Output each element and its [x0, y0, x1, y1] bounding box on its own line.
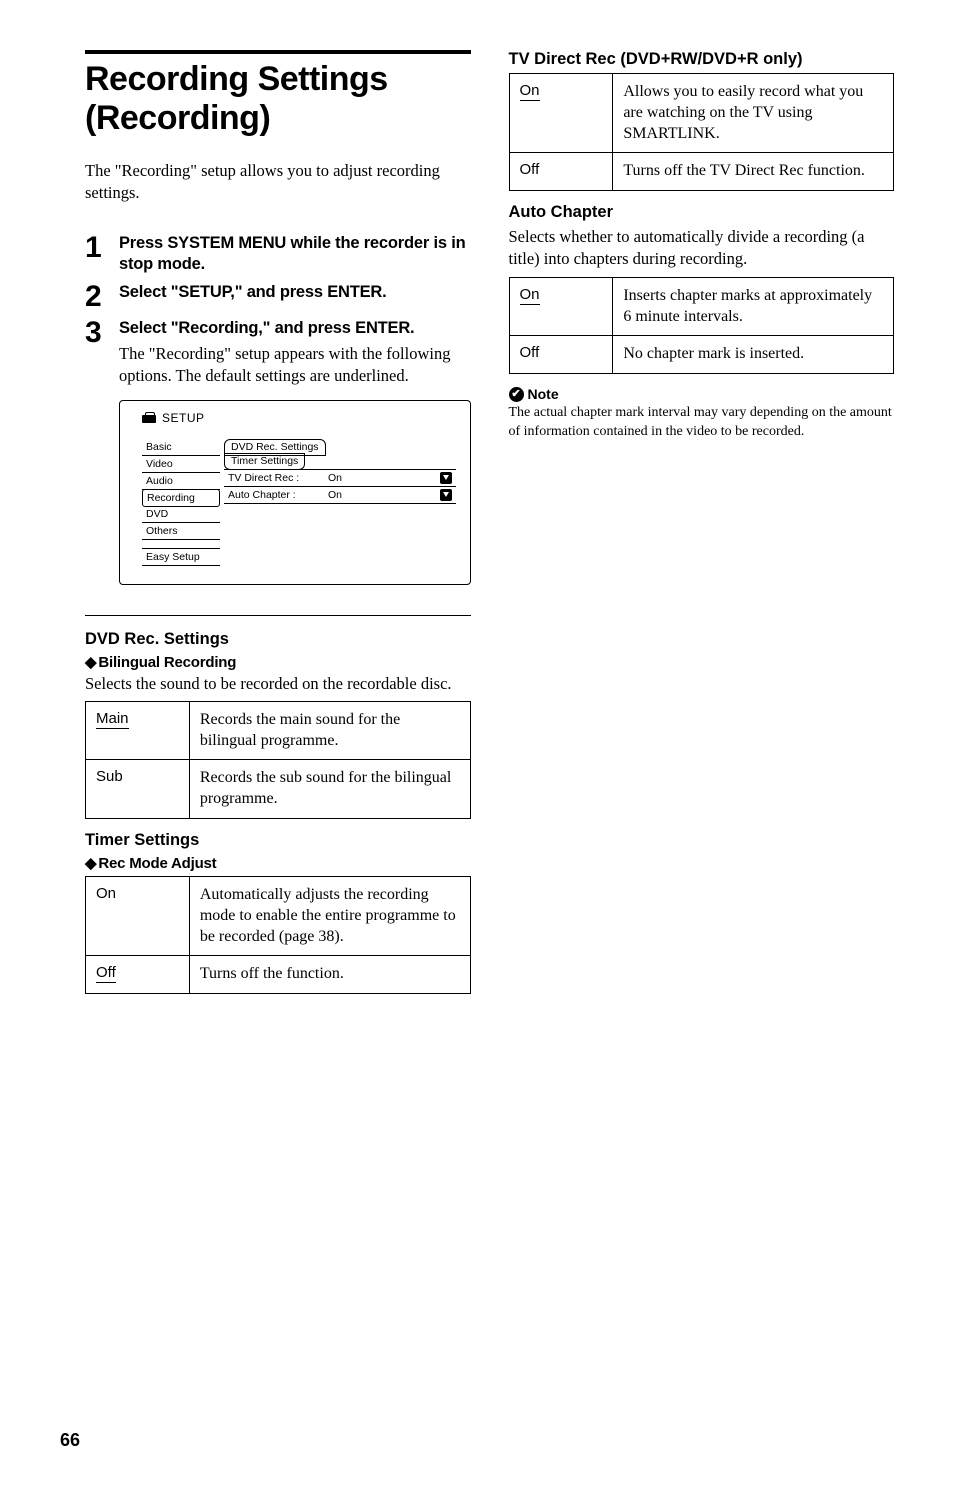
table-row: Off Turns off the function. [86, 956, 471, 994]
option-desc: Records the sub sound for the bilingual … [189, 760, 470, 819]
page-number: 66 [60, 1430, 80, 1451]
table-row: On Inserts chapter marks at approximatel… [509, 277, 894, 336]
intro-paragraph: The "Recording" setup allows you to adju… [85, 160, 471, 205]
tab-timer-settings: Timer Settings [224, 453, 305, 470]
auto-chapter-heading: Auto Chapter [509, 203, 895, 222]
option-desc: Allows you to easily record what you are… [613, 74, 894, 153]
bilingual-table: Main Records the main sound for the bili… [85, 701, 471, 819]
dvd-rec-settings-heading: DVD Rec. Settings [85, 630, 471, 649]
auto-chapter-table: On Inserts chapter marks at approximatel… [509, 277, 895, 374]
option-label: On [520, 286, 540, 305]
menu-audio: Audio [142, 473, 220, 490]
option-label: On [520, 82, 540, 101]
table-row: On Allows you to easily record what you … [509, 74, 894, 153]
table-row: Off No chapter mark is inserted. [509, 336, 894, 374]
step-number: 1 [85, 233, 109, 263]
step-title: Press SYSTEM MENU while the recorder is … [119, 233, 471, 276]
left-column: Recording Settings (Recording) The "Reco… [85, 50, 471, 1446]
option-label: Off [520, 161, 540, 178]
step-3: 3 Select "Recording," and press ENTER. T… [85, 318, 471, 593]
tv-direct-table: On Allows you to easily record what you … [509, 73, 895, 191]
tv-direct-rec-heading: TV Direct Rec (DVD+RW/DVD+R only) [509, 50, 895, 69]
menu-easy-setup: Easy Setup [142, 548, 220, 566]
option-label: Sub [96, 768, 123, 785]
option-desc: Inserts chapter marks at approximately 6… [613, 277, 894, 336]
bilingual-desc: Selects the sound to be recorded on the … [85, 673, 471, 695]
option-label: Off [520, 344, 540, 361]
option-desc: Records the main sound for the bilingual… [189, 701, 470, 760]
setup-right-panel: DVD Rec. Settings Timer Settings TV Dire… [224, 439, 456, 566]
timer-settings-heading: Timer Settings [85, 831, 471, 850]
option-label: Main [96, 710, 129, 729]
note-icon: ✔ [509, 387, 524, 402]
step-number: 3 [85, 318, 109, 348]
option-label: On [96, 885, 116, 902]
toolbox-icon [142, 412, 156, 423]
option-desc: No chapter mark is inserted. [613, 336, 894, 374]
note-body: The actual chapter mark interval may var… [509, 404, 895, 442]
option-label: Off [96, 964, 116, 983]
menu-basic: Basic [142, 439, 220, 456]
menu-recording-selected: Recording [142, 489, 220, 507]
step-title: Select "SETUP," and press ENTER. [119, 282, 471, 303]
menu-video: Video [142, 456, 220, 473]
step-1: 1 Press SYSTEM MENU while the recorder i… [85, 233, 471, 276]
table-row: Sub Records the sub sound for the biling… [86, 760, 471, 819]
rec-mode-table: On Automatically adjusts the recording m… [85, 876, 471, 994]
field-name-tv-direct: TV Direct Rec : [228, 472, 328, 484]
menu-dvd: DVD [142, 506, 220, 523]
step-2: 2 Select "SETUP," and press ENTER. [85, 282, 471, 312]
option-desc: Turns off the function. [189, 956, 470, 994]
right-column: TV Direct Rec (DVD+RW/DVD+R only) On All… [509, 50, 895, 1446]
note-heading: ✔ Note [509, 386, 895, 402]
option-desc: Turns off the TV Direct Rec function. [613, 153, 894, 191]
step-desc: The "Recording" setup appears with the f… [119, 343, 471, 388]
section-rule [85, 50, 471, 54]
step-title: Select "Recording," and press ENTER. [119, 318, 471, 339]
table-row: On Automatically adjusts the recording m… [86, 877, 471, 956]
table-row: Off Turns off the TV Direct Rec function… [509, 153, 894, 191]
dropdown-arrow-icon [440, 489, 452, 501]
bilingual-heading: Bilingual Recording [85, 653, 471, 671]
rec-mode-adjust-heading: Rec Mode Adjust [85, 854, 471, 872]
setup-label: SETUP [162, 411, 205, 425]
note-label: Note [528, 386, 559, 402]
divider [85, 615, 471, 616]
field-name-auto-chapter: Auto Chapter : [228, 489, 328, 501]
setup-screen: SETUP Basic Video Audio Recording DVD Ot… [119, 400, 471, 585]
option-desc: Automatically adjusts the recording mode… [189, 877, 470, 956]
field-val-auto-chapter: On [328, 489, 440, 501]
auto-chapter-desc: Selects whether to automatically divide … [509, 226, 895, 271]
dropdown-arrow-icon [440, 472, 452, 484]
step-number: 2 [85, 282, 109, 312]
menu-others: Others [142, 523, 220, 540]
table-row: Main Records the main sound for the bili… [86, 701, 471, 760]
field-val-tv-direct: On [328, 472, 440, 484]
setup-left-menu: Basic Video Audio Recording DVD Others E… [142, 439, 220, 566]
page-title: Recording Settings (Recording) [85, 60, 471, 138]
